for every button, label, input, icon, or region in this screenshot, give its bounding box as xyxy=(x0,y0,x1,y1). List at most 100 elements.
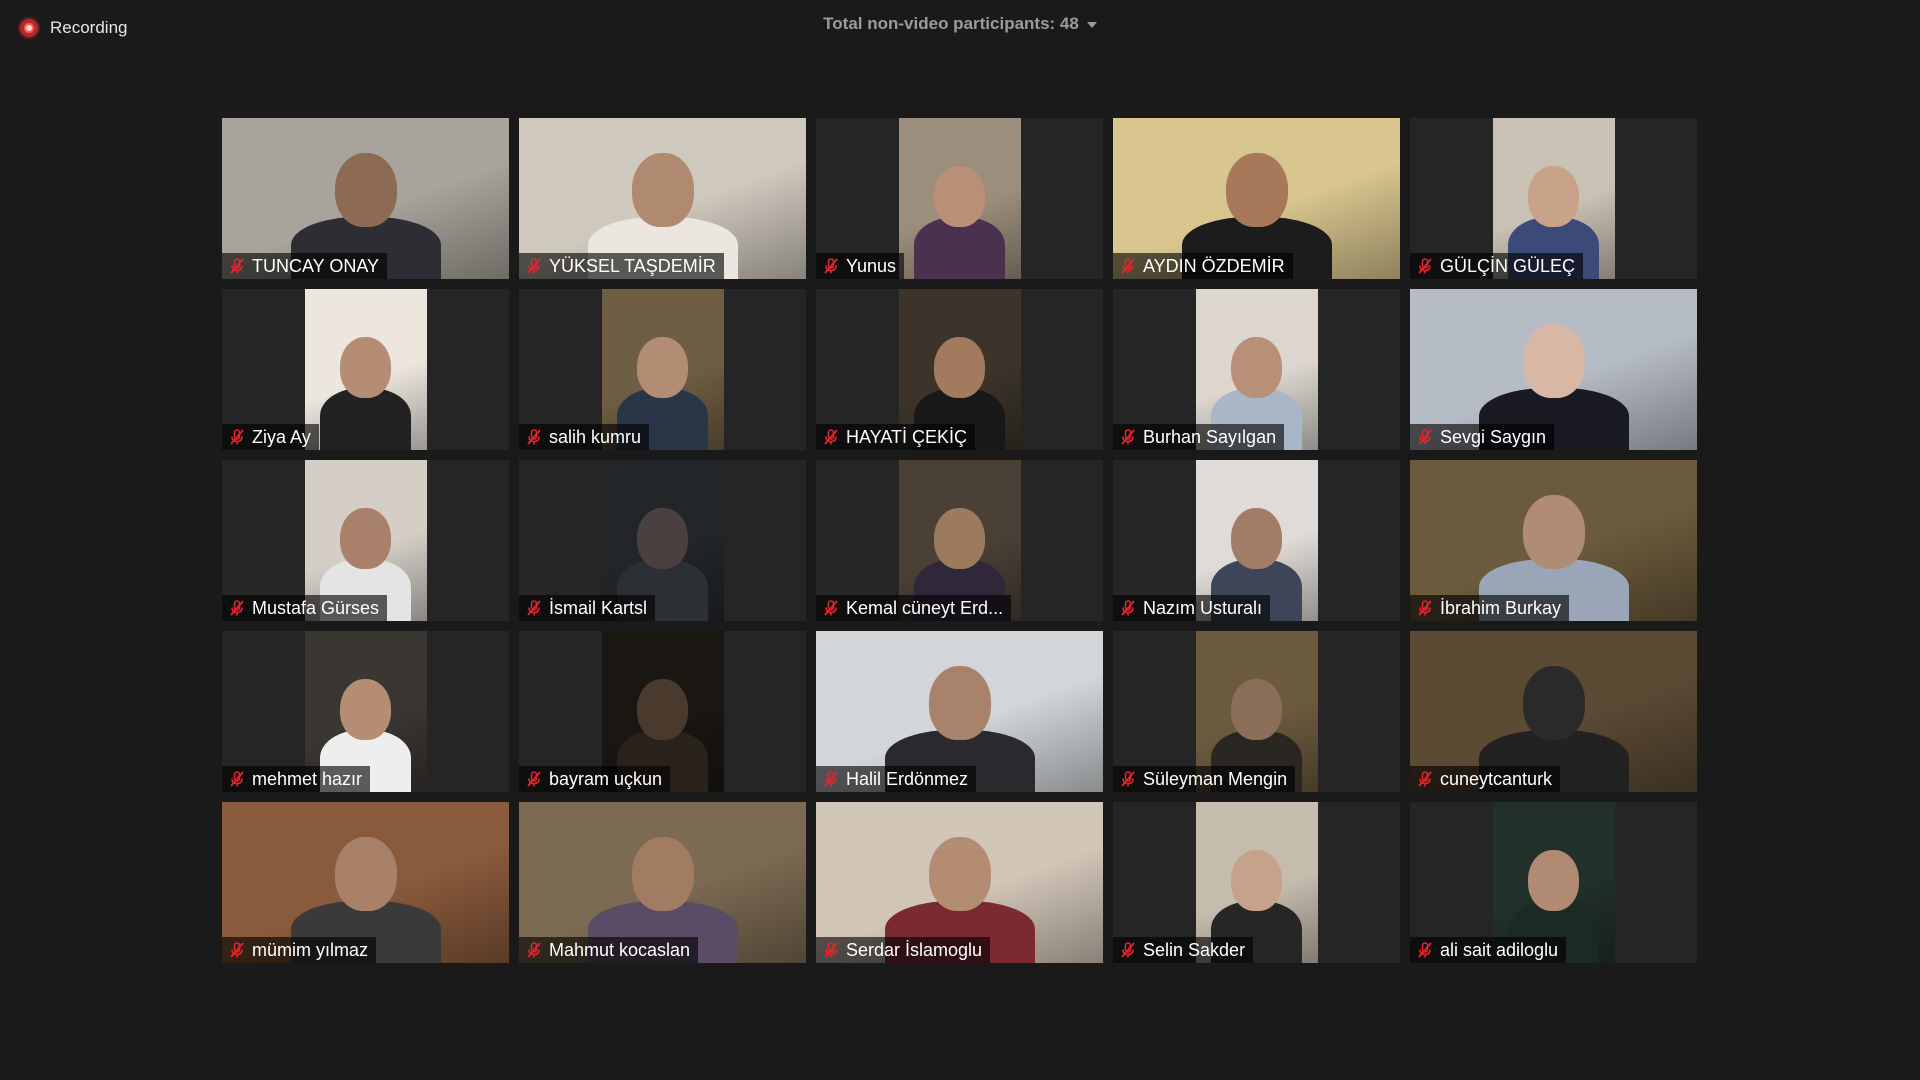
participant-tile[interactable]: Halil Erdönmez xyxy=(816,631,1103,792)
participant-nameplate: mümim yılmaz xyxy=(222,937,376,963)
participant-video xyxy=(304,289,427,450)
participant-name: Serdar İslamoglu xyxy=(846,939,983,960)
participant-name: Ziya Ay xyxy=(252,426,311,447)
participant-tile[interactable]: cuneytcanturk xyxy=(1410,631,1697,792)
muted-microphone-icon xyxy=(1121,429,1135,445)
participant-tile[interactable]: Mahmut kocaslan xyxy=(519,802,806,963)
participant-silhouette-head xyxy=(928,836,991,911)
participant-name: ali sait adiloglu xyxy=(1440,939,1559,960)
participant-tile[interactable]: Mustafa Gürses xyxy=(222,460,509,621)
muted-microphone-icon xyxy=(1418,258,1432,274)
muted-microphone-icon xyxy=(230,429,244,445)
participant-tile[interactable]: Kemal cüneyt Erd... xyxy=(816,460,1103,621)
participant-nameplate: Serdar İslamoglu xyxy=(816,937,991,963)
participant-name: mehmet hazır xyxy=(252,768,363,789)
participant-name: İbrahim Burkay xyxy=(1440,597,1562,618)
participant-silhouette-head xyxy=(1522,323,1585,398)
participant-name: TUNCAY ONAY xyxy=(252,255,380,276)
participant-tile[interactable]: Nazım Usturalı xyxy=(1113,460,1400,621)
participant-tile[interactable]: Süleyman Mengin xyxy=(1113,631,1400,792)
participant-tile[interactable]: GÜLÇİN GÜLEÇ xyxy=(1410,118,1697,279)
gallery-grid: TUNCAY ONAY YÜKSEL TAŞDEMİR Yunus AYDIN ÖZD… xyxy=(222,118,1697,963)
muted-microphone-icon xyxy=(1121,600,1135,616)
participant-silhouette-head xyxy=(636,678,689,740)
participant-tile[interactable]: İsmail Kartsl xyxy=(519,460,806,621)
participant-tile[interactable]: Ziya Ay xyxy=(222,289,509,450)
participant-name: Sevgi Saygın xyxy=(1440,426,1547,447)
participant-tile[interactable]: mehmet hazır xyxy=(222,631,509,792)
participant-silhouette-head xyxy=(339,678,392,740)
participant-tile[interactable]: İbrahim Burkay xyxy=(1410,460,1697,621)
participant-video xyxy=(898,118,1021,279)
muted-microphone-icon xyxy=(230,258,244,274)
participant-nameplate: salih kumru xyxy=(519,424,650,450)
participant-tile[interactable]: ali sait adiloglu xyxy=(1410,802,1697,963)
muted-microphone-icon xyxy=(1121,771,1135,787)
participant-silhouette-head xyxy=(1225,152,1288,227)
muted-microphone-icon xyxy=(1418,429,1432,445)
participant-nameplate: Burhan Sayılgan xyxy=(1113,424,1285,450)
participant-name: İsmail Kartsl xyxy=(549,597,648,618)
participant-silhouette-head xyxy=(1522,665,1585,740)
muted-microphone-icon xyxy=(527,771,541,787)
participant-name: AYDIN ÖZDEMİR xyxy=(1143,255,1285,276)
participant-silhouette-head xyxy=(1527,849,1580,911)
participant-nameplate: ali sait adiloglu xyxy=(1410,937,1567,963)
chevron-down-icon xyxy=(1086,21,1097,28)
participant-nameplate: Nazım Usturalı xyxy=(1113,595,1271,621)
participant-nameplate: Mahmut kocaslan xyxy=(519,937,699,963)
participant-nameplate: Selin Sakder xyxy=(1113,937,1254,963)
participant-name: mümim yılmaz xyxy=(252,939,368,960)
participant-nameplate: cuneytcanturk xyxy=(1410,766,1561,792)
participant-nameplate: TUNCAY ONAY xyxy=(222,253,388,279)
muted-microphone-icon xyxy=(1418,771,1432,787)
participant-tile[interactable]: Yunus xyxy=(816,118,1103,279)
participant-tile[interactable]: bayram uçkun xyxy=(519,631,806,792)
non-video-participants-dropdown[interactable]: Total non-video participants: 48 xyxy=(0,14,1920,34)
muted-microphone-icon xyxy=(527,429,541,445)
participant-tile[interactable]: Serdar İslamoglu xyxy=(816,802,1103,963)
participant-nameplate: Süleyman Mengin xyxy=(1113,766,1296,792)
muted-microphone-icon xyxy=(527,258,541,274)
participant-name: Süleyman Mengin xyxy=(1143,768,1288,789)
participant-nameplate: Ziya Ay xyxy=(222,424,319,450)
muted-microphone-icon xyxy=(824,600,838,616)
participant-name: bayram uçkun xyxy=(549,768,663,789)
participant-tile[interactable]: AYDIN ÖZDEMİR xyxy=(1113,118,1400,279)
participant-tile[interactable]: HAYATİ ÇEKİÇ xyxy=(816,289,1103,450)
participant-silhouette-head xyxy=(339,507,392,569)
participant-nameplate: bayram uçkun xyxy=(519,766,671,792)
participant-tile[interactable]: mümim yılmaz xyxy=(222,802,509,963)
participant-name: Mustafa Gürses xyxy=(252,597,380,618)
participant-silhouette-head xyxy=(1230,336,1283,398)
muted-microphone-icon xyxy=(527,600,541,616)
participant-nameplate: YÜKSEL TAŞDEMİR xyxy=(519,253,724,279)
participant-silhouette-head xyxy=(928,665,991,740)
participant-tile[interactable]: Sevgi Saygın xyxy=(1410,289,1697,450)
muted-microphone-icon xyxy=(1121,942,1135,958)
participant-silhouette-head xyxy=(1230,849,1283,911)
participant-silhouette-head xyxy=(933,507,986,569)
participant-silhouette-head xyxy=(631,152,694,227)
participant-nameplate: Halil Erdönmez xyxy=(816,766,977,792)
participant-nameplate: Mustafa Gürses xyxy=(222,595,388,621)
participant-tile[interactable]: YÜKSEL TAŞDEMİR xyxy=(519,118,806,279)
participant-silhouette-head xyxy=(1230,507,1283,569)
participant-tile[interactable]: TUNCAY ONAY xyxy=(222,118,509,279)
muted-microphone-icon xyxy=(1121,258,1135,274)
participant-nameplate: AYDIN ÖZDEMİR xyxy=(1113,253,1293,279)
participant-nameplate: Kemal cüneyt Erd... xyxy=(816,595,1012,621)
participant-name: salih kumru xyxy=(549,426,642,447)
participant-nameplate: İsmail Kartsl xyxy=(519,595,656,621)
participant-name: Halil Erdönmez xyxy=(846,768,969,789)
muted-microphone-icon xyxy=(824,258,838,274)
participant-nameplate: İbrahim Burkay xyxy=(1410,595,1570,621)
participant-tile[interactable]: Burhan Sayılgan xyxy=(1113,289,1400,450)
muted-microphone-icon xyxy=(230,942,244,958)
top-bar: Recording Total non-video participants: … xyxy=(0,0,1920,60)
participant-silhouette-head xyxy=(631,836,694,911)
participant-tile[interactable]: salih kumru xyxy=(519,289,806,450)
participant-name: Selin Sakder xyxy=(1143,939,1246,960)
muted-microphone-icon xyxy=(1418,600,1432,616)
participant-tile[interactable]: Selin Sakder xyxy=(1113,802,1400,963)
